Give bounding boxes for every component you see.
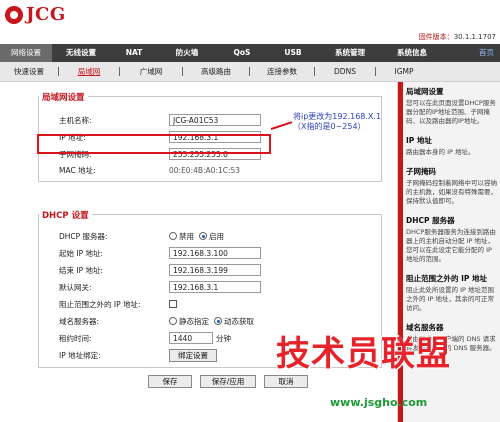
nav-nat[interactable]: NAT bbox=[110, 44, 158, 62]
nav-usb[interactable]: USB bbox=[268, 44, 318, 62]
nav-system-info[interactable]: 系统信息 bbox=[382, 44, 442, 62]
end-ip-input[interactable] bbox=[169, 264, 261, 276]
cancel-button[interactable]: 取消 bbox=[264, 375, 308, 388]
host-name-label: 主机名称: bbox=[59, 115, 92, 125]
lease-time-input[interactable] bbox=[169, 332, 213, 344]
help-title-block: 阻止范围之外的 IP 地址 bbox=[406, 274, 488, 283]
dns-static-label: 静态指定 bbox=[179, 316, 209, 326]
gateway-row: 默认网关: bbox=[59, 280, 261, 294]
end-ip-row: 结束 IP 地址: bbox=[59, 263, 261, 277]
block-out-of-range-label: 阻止范围之外的 IP 地址: bbox=[59, 299, 141, 309]
dns-server-label: 域名服务器: bbox=[59, 316, 100, 326]
save-apply-button[interactable]: 保存/应用 bbox=[200, 375, 256, 388]
subnav-connection-params[interactable]: 连接参数 bbox=[250, 62, 314, 82]
help-title-ip: IP 地址 bbox=[406, 136, 432, 145]
mac-address-row: MAC 地址: 00:E0:4B:A0:1C:53 bbox=[59, 163, 240, 177]
dns-auto-radio[interactable] bbox=[214, 317, 222, 325]
block-out-of-range-checkbox[interactable] bbox=[169, 300, 177, 308]
subnav-lan[interactable]: 局域网 bbox=[59, 62, 119, 82]
save-button[interactable]: 保存 bbox=[148, 375, 192, 388]
dhcp-server-label: DHCP 服务器: bbox=[59, 231, 108, 241]
dhcp-enable-radio[interactable] bbox=[199, 232, 207, 240]
gateway-input[interactable] bbox=[169, 281, 261, 293]
dhcp-disable-radio[interactable] bbox=[169, 232, 177, 240]
help-text-lan: 您可以在此页面设置DHCP服务器分配的IP地址范围、子网掩码、以及路由器的IP地… bbox=[406, 99, 496, 125]
block-out-of-range-row: 阻止范围之外的 IP 地址: bbox=[59, 297, 177, 311]
main-nav: 网络设置 无线设置 NAT 防火墙 QoS USB 系统管理 系统信息 首页 bbox=[0, 44, 500, 62]
nav-home[interactable]: 首页 bbox=[479, 44, 500, 62]
help-text-dhcp: DHCP服务器服务为连接到路由器上的主机自动分配 IP 地址，您可以在此设定它能… bbox=[406, 228, 496, 263]
end-ip-label: 结束 IP 地址: bbox=[59, 265, 104, 275]
lease-time-label: 租约时间: bbox=[59, 333, 92, 343]
subnav-advanced-routing[interactable]: 高级路由 bbox=[183, 62, 249, 82]
subnav-quick-setup[interactable]: 快速设置 bbox=[0, 62, 58, 82]
help-text-mask: 子网掩码控制着网络中可以容纳的主机数，如果没有特殊需要，保持默认值即可。 bbox=[406, 179, 497, 205]
nav-system-management[interactable]: 系统管理 bbox=[318, 44, 382, 62]
mac-address-label: MAC 地址: bbox=[59, 165, 96, 175]
host-name-row: 主机名称: bbox=[59, 113, 261, 127]
ip-binding-label: IP 地址绑定: bbox=[59, 350, 101, 360]
gateway-label: 默认网关: bbox=[59, 282, 92, 292]
help-content: 局域网设置 您可以在此页面设置DHCP服务器分配的IP地址范围、子网掩码、以及路… bbox=[406, 86, 498, 353]
dns-auto-label: 动态获取 bbox=[224, 316, 254, 326]
nav-qos[interactable]: QoS bbox=[216, 44, 268, 62]
watermark-logo-text: 技术员联盟 bbox=[276, 334, 451, 374]
mac-address-value: 00:E0:4B:A0:1C:53 bbox=[169, 165, 241, 175]
dns-server-row: 域名服务器: 静态指定 动态获取 bbox=[59, 314, 259, 328]
dhcp-enable-label: 启用 bbox=[209, 231, 224, 241]
help-title-lan: 局域网设置 bbox=[406, 87, 444, 96]
dhcp-disable-label: 禁用 bbox=[179, 231, 194, 241]
nav-wireless-settings[interactable]: 无线设置 bbox=[52, 44, 110, 62]
annotation-text: 将ip更改为192.168.X.1（X指的是0~254） bbox=[293, 112, 382, 131]
host-name-input[interactable] bbox=[169, 114, 261, 126]
firmware-label: 固件版本： bbox=[418, 33, 454, 41]
start-ip-row: 起始 IP 地址: bbox=[59, 246, 261, 260]
nav-network-settings[interactable]: 网络设置 bbox=[0, 44, 52, 62]
firmware-version: 固件版本：30.1.1.1707 bbox=[419, 32, 496, 42]
start-ip-input[interactable] bbox=[169, 247, 261, 259]
ip-highlight-box bbox=[37, 134, 271, 154]
subnav-ddns[interactable]: DDNS bbox=[315, 62, 375, 82]
dhcp-server-row: DHCP 服务器: 禁用 启用 bbox=[59, 229, 229, 243]
bind-settings-button[interactable]: 绑定设置 bbox=[169, 348, 217, 362]
subnav-igmp[interactable]: IGMP bbox=[376, 62, 432, 82]
help-title-dhcp: DHCP 服务器 bbox=[406, 216, 455, 225]
lease-time-unit: 分钟 bbox=[216, 333, 231, 343]
subnav-wan[interactable]: 广域网 bbox=[120, 62, 182, 82]
ip-binding-row: IP 地址绑定: 绑定设置 bbox=[59, 348, 217, 362]
firmware-value: 30.1.1.1707 bbox=[453, 33, 496, 41]
sub-nav: 快速设置 局域网 广域网 高级路由 连接参数 DDNS IGMP bbox=[0, 62, 500, 82]
dhcp-section-title: DHCP 设置 bbox=[39, 209, 92, 221]
help-text-ip: 路由器本身的 IP 地址。 bbox=[406, 148, 475, 156]
header: JCG 固件版本：30.1.1.1707 bbox=[0, 0, 500, 44]
help-title-mask: 子网掩码 bbox=[406, 167, 436, 176]
lan-section-title: 局域网设置 bbox=[39, 91, 88, 103]
start-ip-label: 起始 IP 地址: bbox=[59, 248, 104, 258]
help-text-block: 阻止此处所设置的 IP 地址范围之外的 IP 地址，其余的可正常访问。 bbox=[406, 286, 494, 312]
jcg-logo: JCG bbox=[5, 4, 66, 25]
dns-static-radio[interactable] bbox=[169, 317, 177, 325]
watermark-url: www.jsgho.com bbox=[330, 396, 428, 409]
lease-time-row: 租约时间: 分钟 bbox=[59, 331, 231, 345]
logo-mark-icon bbox=[5, 5, 23, 24]
nav-firewall[interactable]: 防火墙 bbox=[158, 44, 216, 62]
logo-text: JCG bbox=[26, 4, 66, 25]
